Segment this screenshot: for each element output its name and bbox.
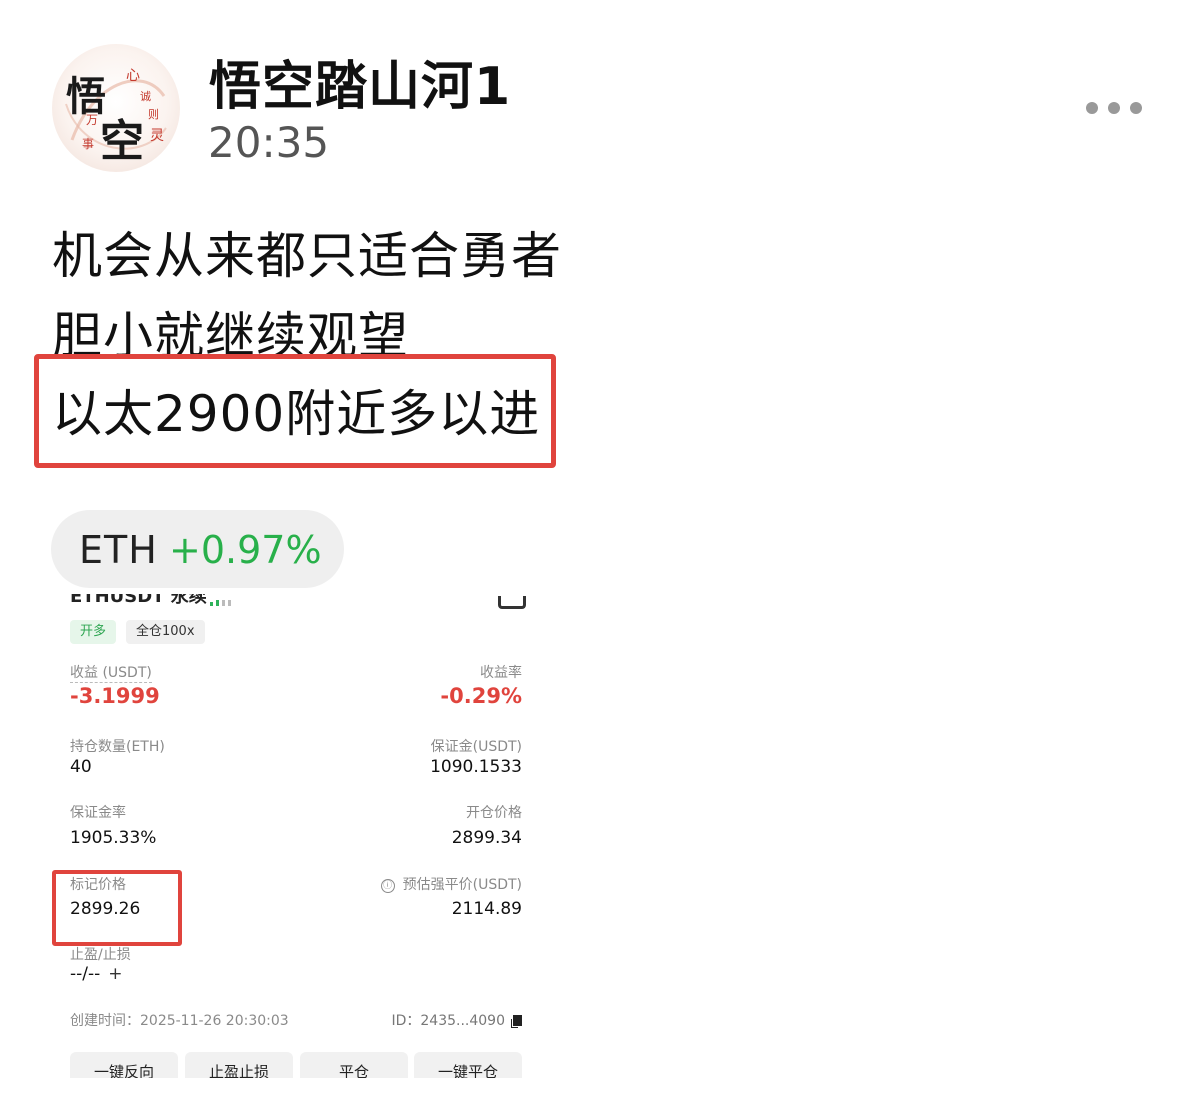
entry-price-value: 2899.34 bbox=[451, 828, 522, 848]
close-position-button[interactable]: 平仓 bbox=[300, 1052, 408, 1078]
mark-price-annotation-box bbox=[52, 870, 182, 946]
svg-text:诚: 诚 bbox=[140, 90, 151, 103]
avatar-calligraphy-logo: 悟 空 心 诚 则 灵 万 事 bbox=[65, 68, 167, 167]
svg-text:万: 万 bbox=[86, 113, 98, 127]
pnl-value: -3.1999 bbox=[70, 684, 160, 708]
add-tp-sl-button[interactable]: + bbox=[108, 964, 122, 984]
pnl-rate-label: 收益率 bbox=[480, 665, 522, 681]
margin-value: 1090.1533 bbox=[430, 757, 522, 777]
size-value: 40 bbox=[70, 757, 92, 777]
copy-icon[interactable] bbox=[513, 1015, 522, 1026]
position-title: ETHUSDT 永续 bbox=[70, 594, 207, 607]
more-options-button[interactable] bbox=[1080, 92, 1150, 124]
more-dot-icon bbox=[1086, 102, 1098, 114]
created-time: 创建时间：2025-11-26 20:30:03 bbox=[70, 1013, 289, 1029]
ticker-tag-eth[interactable]: ETH +0.97% bbox=[51, 510, 344, 588]
margin-ratio-label: 保证金率 bbox=[70, 805, 126, 821]
username[interactable]: 悟空踏山河1 bbox=[209, 44, 511, 119]
side-badge: 开多 bbox=[70, 620, 117, 644]
highlight-annotation-box bbox=[34, 354, 556, 468]
svg-text:事: 事 bbox=[82, 137, 94, 151]
signal-bars-icon bbox=[210, 600, 236, 606]
more-dot-icon bbox=[1108, 102, 1120, 114]
svg-text:心: 心 bbox=[126, 68, 140, 84]
margin-ratio-value: 1905.33% bbox=[70, 828, 157, 848]
avatar[interactable]: 悟 空 心 诚 则 灵 万 事 bbox=[52, 44, 180, 172]
svg-text:则: 则 bbox=[148, 108, 159, 121]
ticker-symbol: ETH bbox=[79, 528, 158, 572]
position-id: ID：2435...4090 bbox=[391, 1013, 505, 1029]
liq-price-label: 预估强平价(USDT) bbox=[402, 877, 522, 893]
ticker-change: +0.97% bbox=[169, 528, 322, 572]
tp-sl-value: --/-- bbox=[70, 964, 101, 984]
pnl-rate-value: -0.29% bbox=[440, 684, 522, 708]
more-dot-icon bbox=[1130, 102, 1142, 114]
info-icon[interactable]: ⓘ bbox=[380, 879, 395, 893]
size-label: 持仓数量(ETH) bbox=[70, 739, 165, 755]
post-text-line: 机会从来都只适合勇者 bbox=[52, 227, 562, 285]
position-id-row: ID：2435...4090 bbox=[391, 1010, 522, 1030]
tp-sl-row: --/-- + bbox=[70, 964, 123, 984]
svg-text:空: 空 bbox=[100, 116, 144, 167]
liq-price-value: 2114.89 bbox=[451, 899, 522, 919]
pnl-label: 收益 (USDT) bbox=[70, 662, 152, 683]
svg-text:灵: 灵 bbox=[150, 128, 164, 144]
margin-label: 保证金(USDT) bbox=[430, 739, 522, 755]
reverse-position-button[interactable]: 一键反向 bbox=[70, 1052, 178, 1078]
post-time: 20:35 bbox=[208, 118, 330, 167]
close-all-button[interactable]: 一键平仓 bbox=[414, 1052, 522, 1078]
liq-price-label-row: ⓘ 预估强平价(USDT) bbox=[380, 874, 522, 894]
tp-sl-label: 止盈/止损 bbox=[70, 947, 131, 963]
entry-price-label: 开仓价格 bbox=[466, 805, 522, 821]
tp-sl-button[interactable]: 止盈止损 bbox=[185, 1052, 293, 1078]
position-card[interactable]: ETHUSDT 永续 开多 全仓100x 收益 (USDT) -3.1999 收… bbox=[52, 594, 542, 1078]
margin-mode-badge[interactable]: 全仓100x bbox=[126, 620, 205, 644]
share-icon[interactable] bbox=[498, 596, 526, 609]
